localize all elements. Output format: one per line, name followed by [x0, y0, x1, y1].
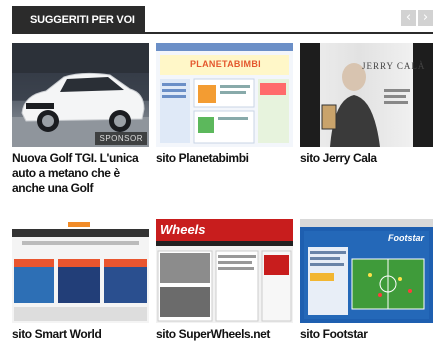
- site-logo: Wheels: [160, 222, 206, 237]
- card-caption[interactable]: sito Smart World: [12, 327, 149, 342]
- jerry-cala-thumbnail[interactable]: JERRY CALÀ: [300, 43, 433, 147]
- header-divider: [145, 32, 433, 34]
- suggestion-card-golf[interactable]: SPONSOR Nuova Golf TGI. L'unica auto a m…: [12, 43, 149, 196]
- footstar-thumbnail[interactable]: Footstar: [300, 219, 433, 323]
- sponsor-badge: SPONSOR: [95, 132, 147, 145]
- planetabimbi-thumbnail[interactable]: PLANETABIMBI: [156, 43, 293, 147]
- suggestion-card-footstar[interactable]: Footstar sito Footstar: [300, 219, 433, 342]
- website-screenshot: [300, 43, 433, 147]
- suggestion-card-smart-world[interactable]: sito Smart World: [12, 219, 149, 342]
- suggestion-card-jerry-cala[interactable]: JERRY CALÀ sito Jerry Cala: [300, 43, 433, 166]
- suggestion-card-superwheels[interactable]: Wheels sito SuperWheels.net: [156, 219, 293, 342]
- golf-thumbnail[interactable]: SPONSOR: [12, 43, 149, 147]
- card-caption[interactable]: Nuova Golf TGI. L'unica auto a metano ch…: [12, 151, 149, 196]
- site-logo: JERRY CALÀ: [362, 61, 426, 71]
- card-caption[interactable]: sito Planetabimbi: [156, 151, 293, 166]
- card-caption[interactable]: sito Jerry Cala: [300, 151, 433, 166]
- carousel-next-button[interactable]: ›: [418, 10, 433, 26]
- carousel-prev-button[interactable]: ‹: [401, 10, 416, 26]
- section-header: SUGGERITI PER VOI ‹ ›: [12, 6, 433, 34]
- suggestion-card-planetabimbi[interactable]: PLANETABIMBI sito Planetabimbi: [156, 43, 293, 166]
- section-title: SUGGERITI PER VOI: [12, 6, 145, 34]
- website-screenshot: [12, 219, 149, 321]
- card-caption[interactable]: sito SuperWheels.net: [156, 327, 293, 342]
- smart-world-thumbnail[interactable]: [12, 219, 149, 323]
- site-logo: Footstar: [388, 233, 424, 243]
- site-logo: PLANETABIMBI: [190, 59, 261, 69]
- superwheels-thumbnail[interactable]: Wheels: [156, 219, 293, 323]
- card-caption[interactable]: sito Footstar: [300, 327, 433, 342]
